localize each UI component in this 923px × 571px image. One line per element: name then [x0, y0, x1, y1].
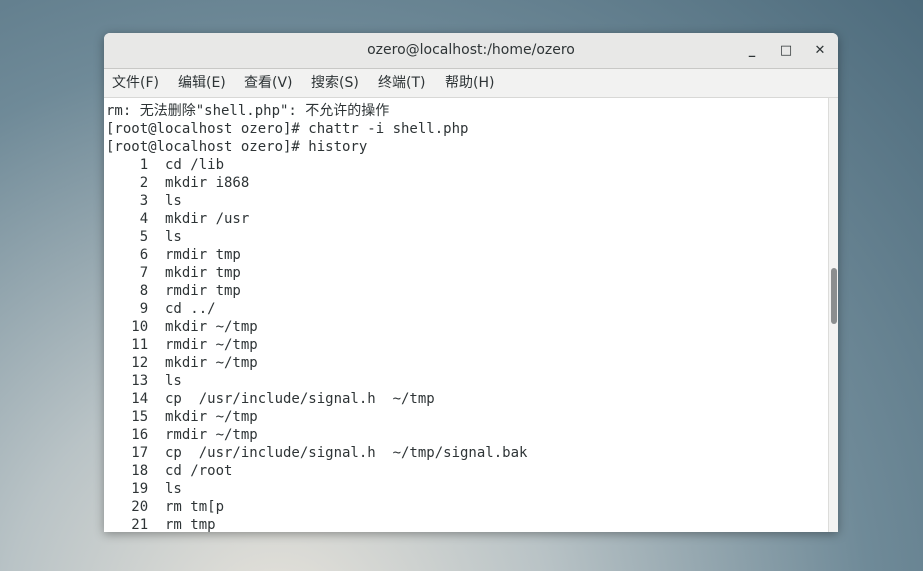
terminal-line: 5 ls	[106, 229, 182, 245]
terminal-line: 12 mkdir ~/tmp	[106, 355, 258, 371]
terminal-line: 7 mkdir tmp	[106, 265, 241, 281]
terminal-line: 20 rm tm[p	[106, 499, 225, 515]
terminal-line: 18 cd /root	[106, 463, 233, 479]
menu-bar: 文件(F) 编辑(E) 查看(V) 搜索(S) 终端(T) 帮助(H)	[104, 69, 838, 98]
scrollbar-thumb[interactable]	[831, 268, 837, 324]
terminal-line: 2 mkdir i868	[106, 175, 250, 191]
terminal-line: 19 ls	[106, 481, 182, 497]
menu-help[interactable]: 帮助(H)	[445, 69, 494, 97]
terminal-line: 17 cp /usr/include/signal.h ~/tmp/signal…	[106, 445, 528, 461]
minimize-button[interactable]: _	[741, 40, 763, 62]
scrollbar-track[interactable]	[828, 98, 838, 532]
terminal-line: 8 rmdir tmp	[106, 283, 241, 299]
menu-file[interactable]: 文件(F)	[112, 69, 159, 97]
terminal-line: 11 rmdir ~/tmp	[106, 337, 258, 353]
terminal-line: 14 cp /usr/include/signal.h ~/tmp	[106, 391, 435, 407]
terminal-line: rm: 无法删除"shell.php": 不允许的操作	[106, 103, 390, 119]
menu-terminal[interactable]: 终端(T)	[378, 69, 425, 97]
terminal-line: 13 ls	[106, 373, 182, 389]
window-title: ozero@localhost:/home/ozero	[367, 42, 575, 58]
terminal-line: 10 mkdir ~/tmp	[106, 319, 258, 335]
terminal-line: 9 cd ../	[106, 301, 216, 317]
terminal-line: 15 mkdir ~/tmp	[106, 409, 258, 425]
terminal-line: 21 rm tmp	[106, 517, 216, 532]
close-button[interactable]: ✕	[809, 40, 831, 62]
menu-edit[interactable]: 编辑(E)	[178, 69, 226, 97]
terminal-window: ozero@localhost:/home/ozero _ □ ✕ 文件(F) …	[104, 33, 838, 532]
terminal-line: 1 cd /lib	[106, 157, 225, 173]
terminal-line: 4 mkdir /usr	[106, 211, 250, 227]
terminal-line: [root@localhost ozero]# history	[106, 139, 368, 155]
menu-view[interactable]: 查看(V)	[244, 69, 293, 97]
terminal-line: [root@localhost ozero]# chattr -i shell.…	[106, 121, 469, 137]
terminal-output[interactable]: rm: 无法删除"shell.php": 不允许的操作 [root@localh…	[104, 98, 828, 532]
terminal-line: 16 rmdir ~/tmp	[106, 427, 258, 443]
menu-search[interactable]: 搜索(S)	[311, 69, 359, 97]
terminal-line: 6 rmdir tmp	[106, 247, 241, 263]
terminal-line: 3 ls	[106, 193, 182, 209]
maximize-button[interactable]: □	[775, 40, 797, 62]
title-bar[interactable]: ozero@localhost:/home/ozero _ □ ✕	[104, 33, 838, 69]
